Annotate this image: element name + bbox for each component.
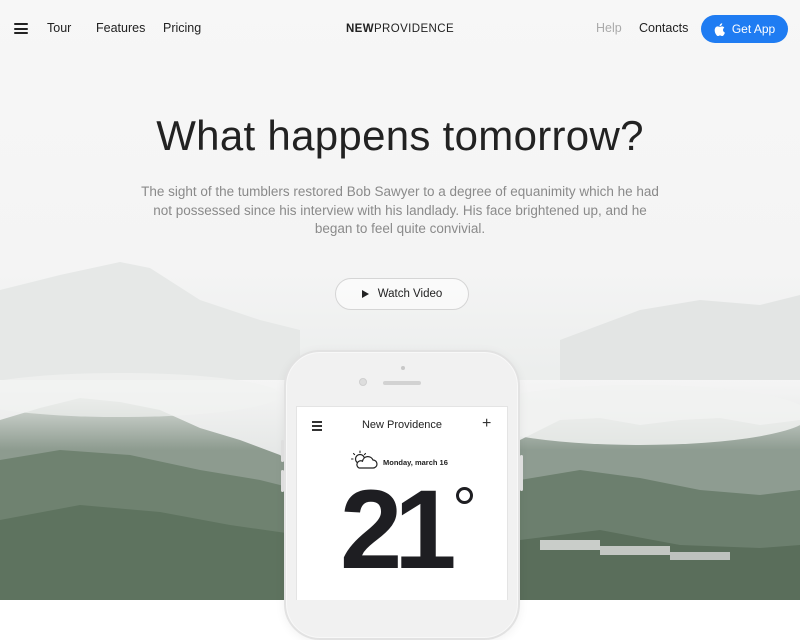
watch-video-label: Watch Video [377, 288, 443, 300]
app-menu-icon[interactable] [312, 421, 322, 433]
watch-video-button[interactable]: Watch Video [335, 278, 469, 310]
hamburger-menu-icon[interactable] [14, 23, 28, 34]
get-app-button[interactable]: Get App [701, 15, 788, 43]
nav-link-pricing[interactable]: Pricing [163, 21, 201, 35]
brand-logo-light: PROVIDENCE [373, 23, 455, 35]
play-icon [361, 290, 369, 298]
phone-volume-button [281, 440, 284, 462]
degree-symbol-icon [456, 487, 473, 504]
phone-front-camera [359, 378, 367, 386]
phone-speaker [383, 381, 421, 385]
nav-link-contacts[interactable]: Contacts [639, 21, 688, 35]
phone-sensor [401, 366, 405, 370]
brand-logo-bold: NEW [345, 23, 374, 35]
hero-description: The sight of the tumblers restored Bob S… [141, 184, 659, 236]
forecast-date: Monday, march 16 [383, 458, 448, 467]
phone-power-button [520, 455, 523, 491]
add-city-icon[interactable]: + [482, 416, 491, 432]
nav-link-help[interactable]: Help [596, 21, 622, 35]
nav-link-tour[interactable]: Tour [47, 21, 71, 35]
top-navigation: Tour Features Pricing NEWPROVIDENCE Help… [0, 0, 800, 58]
phone-volume-button [281, 470, 284, 492]
nav-link-features[interactable]: Features [96, 21, 145, 35]
hero-title: What happens tomorrow? [156, 112, 644, 159]
temperature-value: 21 [340, 467, 457, 592]
apple-icon [714, 22, 725, 36]
get-app-label: Get App [731, 22, 776, 36]
